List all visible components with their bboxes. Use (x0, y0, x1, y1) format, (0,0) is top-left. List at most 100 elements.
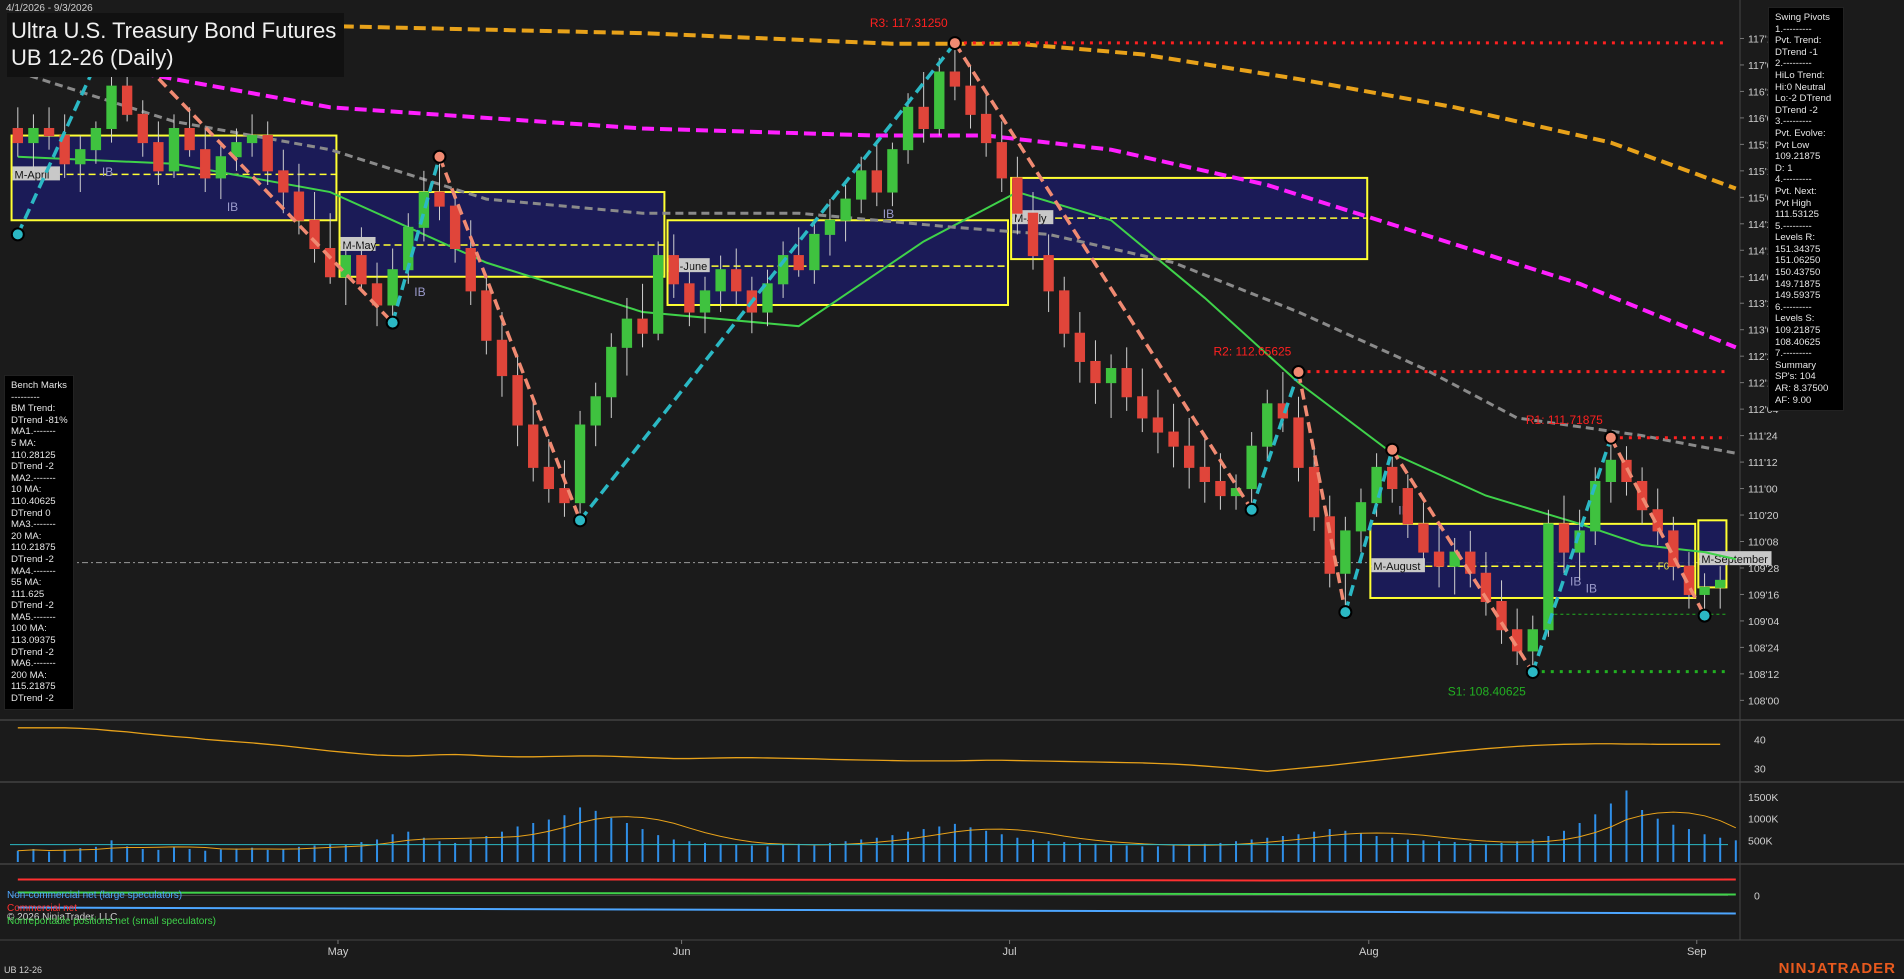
candle-body (200, 149, 211, 179)
swing-pivot-marker (1385, 442, 1400, 457)
swing-pivot-marker (432, 149, 447, 164)
candle-body (1340, 530, 1351, 574)
candle-body (153, 142, 164, 172)
candle-body (1293, 417, 1304, 468)
candle-body (902, 106, 914, 151)
legend-nonreportable: Nonreportable positions net (small specu… (7, 916, 216, 927)
time-tick-label: May (328, 946, 349, 958)
ib-label: IB (883, 207, 894, 221)
candle-body (1246, 445, 1257, 490)
candle-body (168, 127, 180, 172)
time-tick-label: Jul (1003, 946, 1017, 958)
price-tick-label: 111'12 (1748, 457, 1778, 469)
candle-body (449, 205, 461, 250)
candle-body (606, 346, 617, 398)
ib-label: IB (102, 165, 113, 179)
candle-body (731, 269, 742, 292)
pivot-level-label-r1: R1: 111.71875 (1526, 413, 1603, 427)
candle-body (528, 424, 539, 468)
fo-label: F0 (1658, 562, 1670, 573)
candle-body (1168, 431, 1179, 447)
price-tick-label: 110'20 (1748, 510, 1779, 522)
candle-body (387, 269, 398, 306)
ib-label: IB (1586, 581, 1597, 595)
candle-body (496, 339, 508, 377)
candle-body (512, 375, 523, 426)
candle-body (1012, 177, 1023, 214)
price-tick-label: 108'24 (1748, 642, 1779, 654)
candle-body (887, 149, 898, 193)
candle-body (356, 255, 367, 285)
chart-title: Ultra U.S. Treasury Bond Futures (11, 18, 337, 43)
candle-body (465, 248, 476, 292)
candle-body (215, 156, 227, 179)
cot-commercial-line (17, 878, 1736, 882)
swing-pivot-marker (573, 513, 588, 528)
candle-body (481, 290, 492, 341)
price-tick-label: 109'28 (1748, 563, 1779, 575)
candle-body (28, 127, 39, 144)
oscillator-tick-label: 30 (1754, 763, 1766, 775)
pivot-level-label-r3: R3: 117.31250 (870, 16, 948, 30)
value-area-label: M-May (343, 240, 377, 252)
candle-body (106, 85, 117, 129)
candle-body (121, 85, 133, 115)
candle-body (1121, 368, 1132, 398)
swing-pivot-marker (947, 36, 962, 51)
candle-body (262, 135, 273, 172)
price-tick-label: 109'16 (1748, 589, 1779, 601)
value-area-label: M-August (1373, 561, 1420, 573)
pivot-level-label-r2: R2: 112.65625 (1214, 345, 1292, 359)
price-tick-label: 111'00 (1748, 484, 1778, 496)
candle-body (1074, 332, 1086, 362)
candle-body (871, 170, 882, 193)
volume-tick-label: 1000K (1748, 814, 1778, 826)
candle-body (621, 318, 633, 348)
candle-body (715, 269, 726, 292)
price-tick-label: 109'04 (1748, 616, 1779, 628)
ib-label: IB (414, 285, 425, 299)
candle-body (1527, 629, 1538, 652)
volume-tick-label: 500K (1748, 835, 1773, 847)
candle-body (824, 219, 836, 235)
candle-body (965, 85, 976, 115)
price-tick-label: 111'24 (1748, 431, 1778, 443)
candle-body (652, 255, 664, 334)
price-tick-label: 108'12 (1748, 669, 1779, 681)
candle-body (856, 170, 867, 200)
swing-pivot-marker (1697, 608, 1712, 623)
chart-title-box: Ultra U.S. Treasury Bond Futures UB 12-2… (7, 13, 345, 77)
candle-body (246, 135, 258, 144)
candle-body (668, 255, 679, 285)
pivot-level-label-s1: S1: 108.40625 (1448, 685, 1526, 699)
candle-body (949, 71, 961, 87)
swing-pivot-marker (1291, 365, 1306, 380)
cot-tick-label: 0 (1754, 891, 1760, 903)
swing-pivot-marker (385, 315, 400, 330)
candle-body (43, 127, 55, 137)
ib-label: IB (227, 200, 238, 214)
volume-tick-label: 1500K (1748, 792, 1778, 804)
candle-body (809, 233, 820, 271)
price-tick-label: 108'00 (1748, 695, 1779, 707)
chart-subtitle: UB 12-26 (Daily) (11, 45, 174, 70)
candle-body (840, 198, 851, 221)
candle-body (1199, 466, 1210, 482)
candle-body (1152, 417, 1164, 433)
candle-body (543, 466, 555, 490)
chart-canvas: M-AprilM-MayM-JuneM-JulyM-AugustM-Septem… (0, 0, 1904, 979)
value-area-box (666, 219, 1010, 306)
candle-body (278, 170, 289, 193)
candle-body (1043, 255, 1054, 292)
candle-body (1558, 523, 1570, 553)
candle-body (1355, 502, 1367, 532)
candle-body (918, 106, 929, 129)
candle-body (793, 255, 804, 271)
time-tick-label: Jun (673, 946, 691, 958)
candle-body (434, 191, 445, 207)
candle-body (75, 149, 86, 165)
time-tick-label: Aug (1359, 946, 1379, 958)
time-tick-label: Sep (1687, 946, 1707, 958)
candle-body (996, 142, 1007, 179)
footer-symbol: UB 12-26 (4, 965, 43, 975)
